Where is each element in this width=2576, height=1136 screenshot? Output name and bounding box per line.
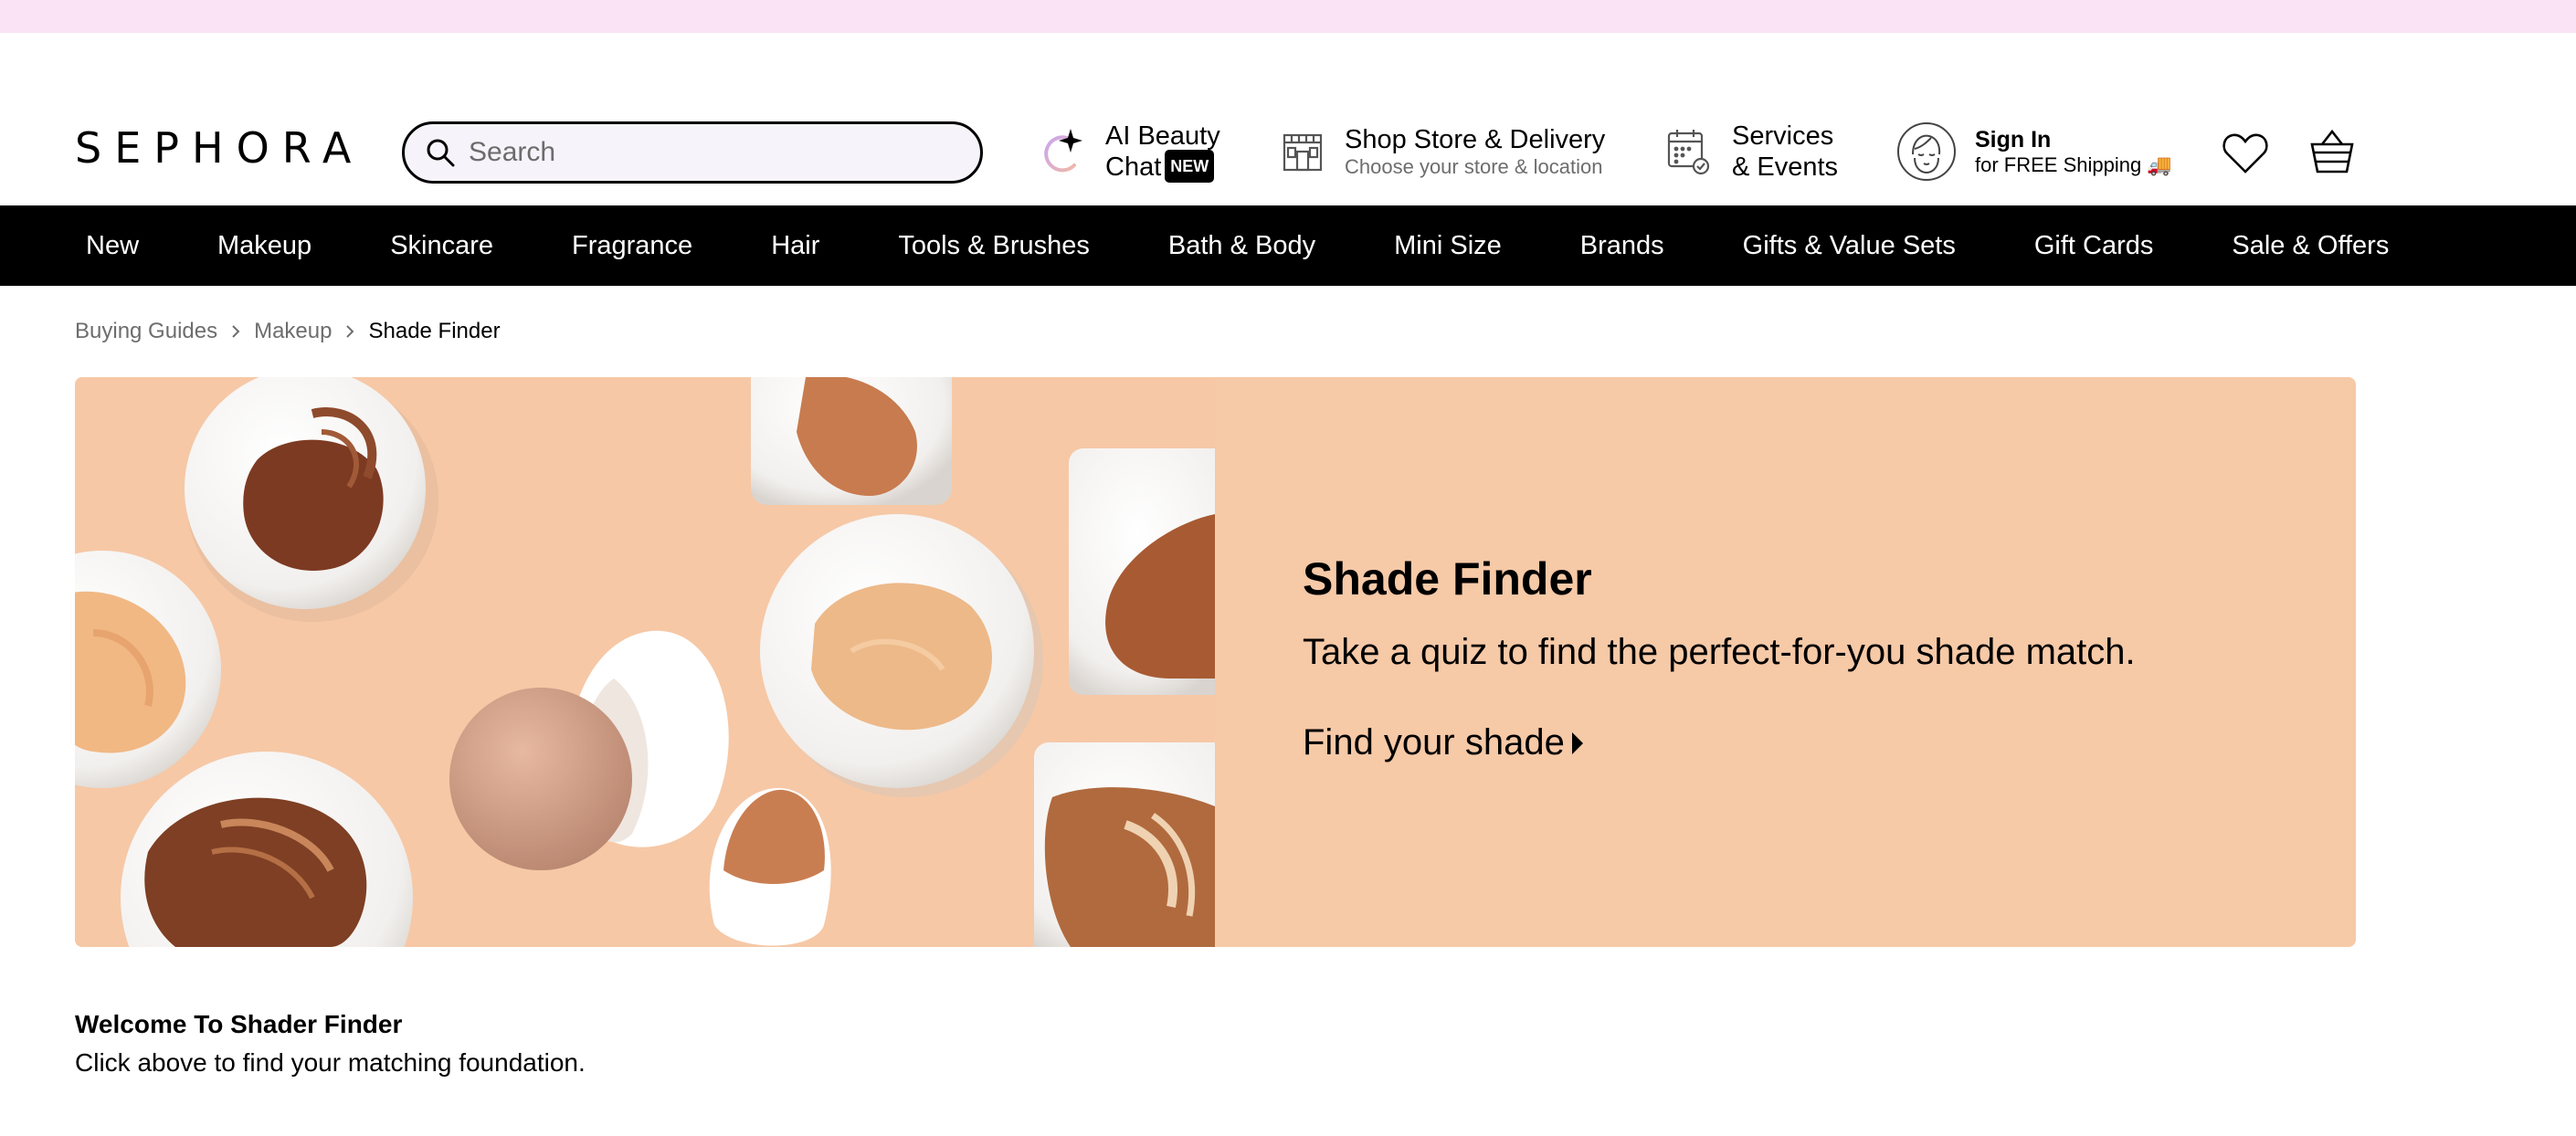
nav-item-gifts-value-sets[interactable]: Gifts & Value Sets (1743, 231, 1956, 261)
search-icon (427, 139, 455, 167)
breadcrumb-current: Shade Finder (368, 319, 501, 343)
nav-item-brands[interactable]: Brands (1580, 231, 1664, 261)
ai-beauty-chat-link[interactable]: AI Beauty Chat NEW (1040, 121, 1220, 184)
caret-right-icon (1571, 731, 1583, 754)
nav-item-hair[interactable]: Hair (771, 231, 819, 261)
promo-strip (0, 0, 2576, 33)
services-line1: Services (1732, 121, 1834, 151)
find-your-shade-label: Find your shade (1303, 722, 1565, 763)
site-header: SEPHORA AI Beauty ChatNEW (0, 33, 2576, 205)
ai-sparkle-icon (1040, 125, 1087, 180)
hero-foundation-swatches-image (75, 377, 1215, 947)
store-title: Shop Store & Delivery (1345, 125, 1606, 154)
sign-in-link[interactable]: Sign In for FREE Shipping 🚚 (1896, 121, 2172, 182)
breadcrumb-makeup[interactable]: Makeup (254, 319, 332, 344)
hero-subtitle: Take a quiz to find the perfect-for-you … (1303, 632, 2136, 672)
calendar-check-icon (1666, 128, 1710, 175)
sephora-logo[interactable]: SEPHORA (75, 127, 364, 169)
heart-icon[interactable] (2222, 130, 2269, 180)
welcome-body: Click above to find your matching founda… (75, 1048, 586, 1077)
basket-icon[interactable] (2309, 128, 2355, 180)
store-icon (1281, 130, 1325, 174)
find-your-shade-link[interactable]: Find your shade (1303, 722, 1583, 763)
shade-finder-hero-banner[interactable]: Shade Finder Take a quiz to find the per… (75, 377, 2356, 947)
nav-item-skincare[interactable]: Skincare (390, 231, 493, 261)
breadcrumb: Buying Guides Makeup Shade Finder (75, 319, 501, 344)
welcome-title: Welcome To Shader Finder (75, 1010, 403, 1038)
nav-item-fragrance[interactable]: Fragrance (572, 231, 692, 261)
nav-item-gift-cards[interactable]: Gift Cards (2034, 231, 2154, 261)
nav-item-makeup[interactable]: Makeup (217, 231, 311, 261)
ai-chat-label-line2: Chat (1105, 153, 1162, 182)
avatar-icon (1896, 121, 1957, 182)
breadcrumb-buying-guides[interactable]: Buying Guides (75, 319, 217, 344)
sign-in-title: Sign In (1975, 127, 2052, 153)
search-bar[interactable] (402, 121, 983, 184)
nav-item-tools-brushes[interactable]: Tools & Brushes (898, 231, 1090, 261)
chevron-right-icon (230, 324, 241, 339)
services-events-link[interactable]: Services & Events (1666, 121, 1838, 183)
chevron-right-icon (344, 324, 355, 339)
store-subtitle: Choose your store & location (1345, 155, 1603, 178)
hero-title: Shade Finder (1303, 553, 1592, 605)
main-nav: New Makeup Skincare Fragrance Hair Tools… (0, 205, 2576, 286)
nav-item-mini-size[interactable]: Mini Size (1394, 231, 1502, 261)
nav-item-sale-offers[interactable]: Sale & Offers (2232, 231, 2389, 261)
search-input[interactable] (469, 137, 944, 168)
nav-item-bath-body[interactable]: Bath & Body (1168, 231, 1315, 261)
ai-chat-label-line1: AI Beauty (1105, 121, 1220, 151)
new-badge: NEW (1165, 150, 1215, 184)
services-line2: & Events (1732, 153, 1839, 182)
shop-store-delivery-link[interactable]: Shop Store & Delivery Choose your store … (1281, 124, 1605, 179)
nav-item-new[interactable]: New (86, 231, 139, 261)
sign-in-subtitle: for FREE Shipping 🚚 (1975, 153, 2172, 176)
